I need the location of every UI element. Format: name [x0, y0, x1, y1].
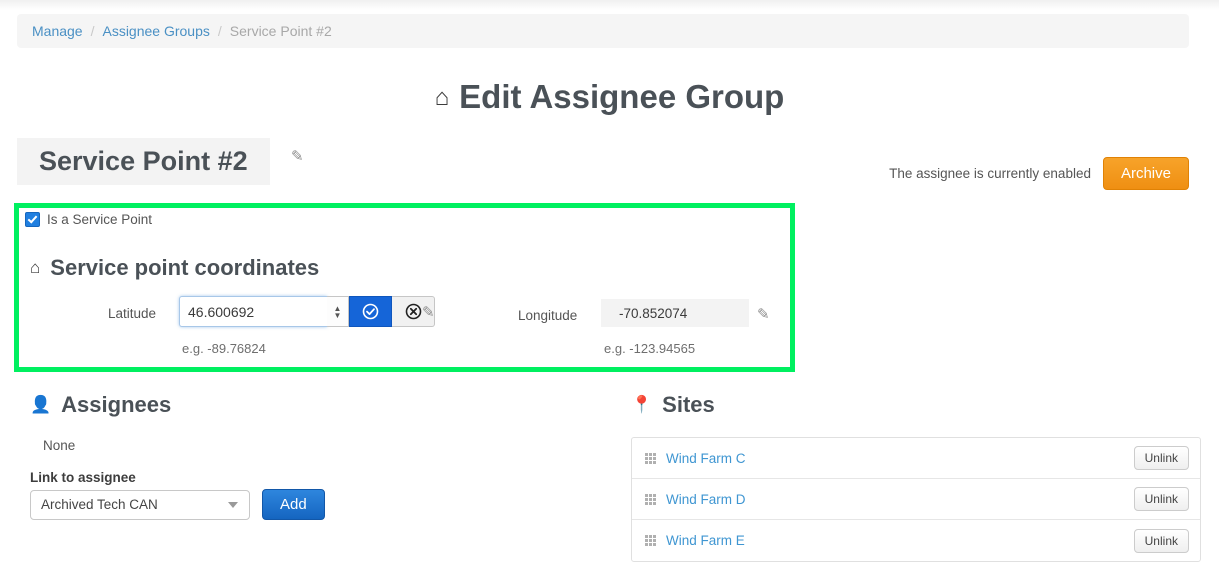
is-service-point-checkbox[interactable]: [25, 212, 40, 227]
pencil-icon-group-name[interactable]: ✎: [291, 147, 304, 165]
archive-button[interactable]: Archive: [1103, 157, 1189, 190]
latitude-input[interactable]: [179, 296, 327, 327]
table-row: Wind Farm D Unlink: [632, 479, 1200, 520]
breadcrumb: Manage / Assignee Groups / Service Point…: [17, 14, 1189, 48]
site-link[interactable]: Wind Farm C: [666, 451, 746, 466]
unlink-button[interactable]: Unlink: [1134, 446, 1189, 470]
breadcrumb-item-assignee-groups[interactable]: Assignee Groups: [102, 23, 209, 39]
section-heading-coordinates: ⌂ Service point coordinates: [30, 255, 319, 281]
drag-handle-icon[interactable]: [645, 453, 656, 464]
page-top-gradient: [0, 0, 1219, 10]
link-to-assignee-label: Link to assignee: [30, 470, 136, 485]
section-heading-sites: 📍 Sites: [631, 392, 715, 418]
drag-handle-icon[interactable]: [645, 494, 656, 505]
group-name-text: Service Point #2: [39, 146, 248, 177]
longitude-hint: e.g. -123.94565: [604, 341, 695, 356]
longitude-label: Longitude: [518, 308, 577, 323]
drag-handle-icon[interactable]: [645, 535, 656, 546]
assignees-empty-text: None: [43, 438, 75, 453]
site-link[interactable]: Wind Farm D: [666, 492, 746, 507]
breadcrumb-separator: /: [218, 23, 222, 39]
breadcrumb-item-manage[interactable]: Manage: [32, 23, 83, 39]
is-service-point-checkbox-row[interactable]: Is a Service Point: [25, 212, 152, 227]
stepper-down-icon: ▼: [334, 312, 342, 319]
circle-check-icon: [362, 303, 379, 320]
chevron-down-icon: [228, 502, 238, 508]
breadcrumb-item-current: Service Point #2: [230, 23, 332, 39]
sites-list: Wind Farm C Unlink Wind Farm D Unlink Wi…: [631, 437, 1201, 562]
site-link[interactable]: Wind Farm E: [666, 533, 745, 548]
unlink-button[interactable]: Unlink: [1134, 529, 1189, 553]
table-row: Wind Farm E Unlink: [632, 520, 1200, 561]
section-heading-assignees: 👤 Assignees: [30, 392, 171, 418]
page-title: ⌂ Edit Assignee Group: [0, 78, 1219, 116]
page-title-text: Edit Assignee Group: [459, 78, 784, 115]
latitude-label: Latitude: [108, 306, 156, 321]
is-service-point-label: Is a Service Point: [47, 212, 152, 227]
person-icon: 👤: [30, 395, 51, 415]
section-heading-assignees-text: Assignees: [61, 392, 171, 418]
assignee-add-row: Archived Tech CAN Add: [30, 489, 325, 520]
assignee-select[interactable]: Archived Tech CAN: [30, 490, 250, 520]
latitude-stepper[interactable]: ▲ ▼: [327, 296, 349, 327]
status-text: The assignee is currently enabled: [889, 166, 1091, 181]
home-icon: ⌂: [435, 84, 450, 111]
group-name-display: Service Point #2: [17, 138, 270, 185]
map-pin-icon: 📍: [631, 395, 652, 415]
assignee-select-value: Archived Tech CAN: [41, 497, 158, 512]
breadcrumb-separator: /: [91, 23, 95, 39]
unlink-button[interactable]: Unlink: [1134, 487, 1189, 511]
section-heading-coordinates-text: Service point coordinates: [50, 255, 319, 281]
pencil-icon-latitude[interactable]: ✎: [422, 303, 435, 321]
add-assignee-button[interactable]: Add: [262, 489, 325, 520]
latitude-hint: e.g. -89.76824: [182, 341, 266, 356]
pencil-icon-longitude[interactable]: ✎: [757, 305, 770, 323]
archive-row: The assignee is currently enabled Archiv…: [889, 157, 1189, 190]
latitude-confirm-button[interactable]: [349, 296, 392, 327]
section-heading-sites-text: Sites: [662, 392, 715, 418]
latitude-input-group: ▲ ▼: [179, 296, 435, 327]
longitude-value[interactable]: -70.852074: [601, 299, 749, 327]
circle-x-icon: [405, 303, 422, 320]
home-icon: ⌂: [30, 258, 40, 278]
table-row: Wind Farm C Unlink: [632, 438, 1200, 479]
